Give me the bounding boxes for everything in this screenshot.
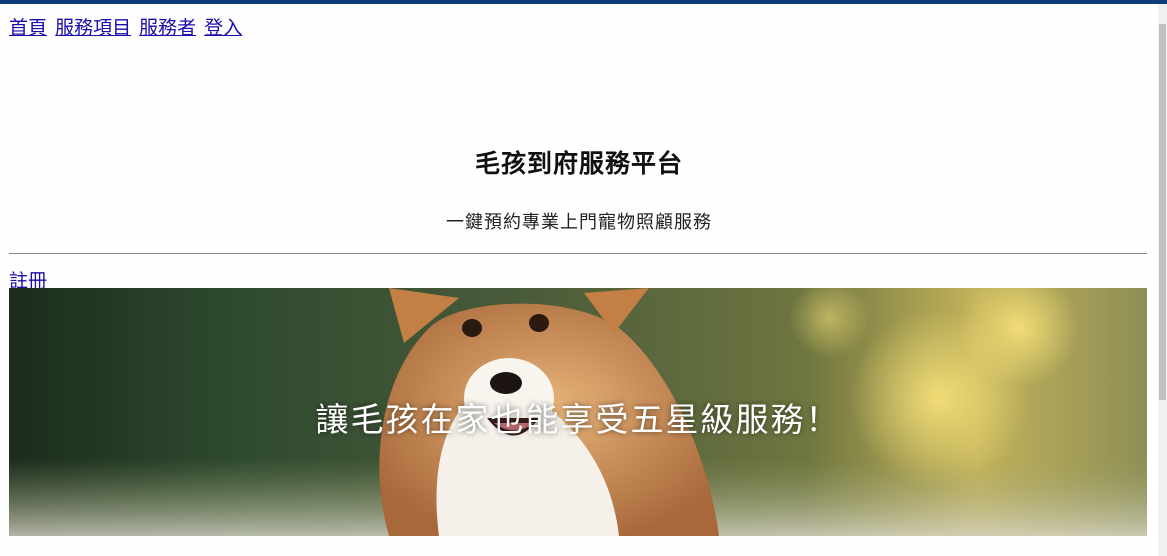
hero-caption: 讓毛孩在家也能享受五星級服務！ — [315, 400, 841, 439]
divider — [9, 253, 1147, 254]
vertical-scrollbar[interactable] — [1158, 4, 1167, 556]
top-nav: 首頁 服務項目 服務者 登入 — [9, 16, 244, 40]
nav-link-providers[interactable]: 服務者 — [139, 17, 196, 39]
scrollbar-thumb[interactable] — [1159, 24, 1166, 400]
hero-banner: 讓毛孩在家也能享受五星級服務！ — [9, 288, 1147, 536]
nav-link-home[interactable]: 首頁 — [9, 17, 47, 39]
page-subtitle: 一鍵預約專業上門寵物照顧服務 — [446, 212, 712, 233]
nav-link-login[interactable]: 登入 — [204, 17, 242, 39]
nav-link-services[interactable]: 服務項目 — [55, 17, 131, 39]
page-title: 毛孩到府服務平台 — [474, 149, 683, 178]
